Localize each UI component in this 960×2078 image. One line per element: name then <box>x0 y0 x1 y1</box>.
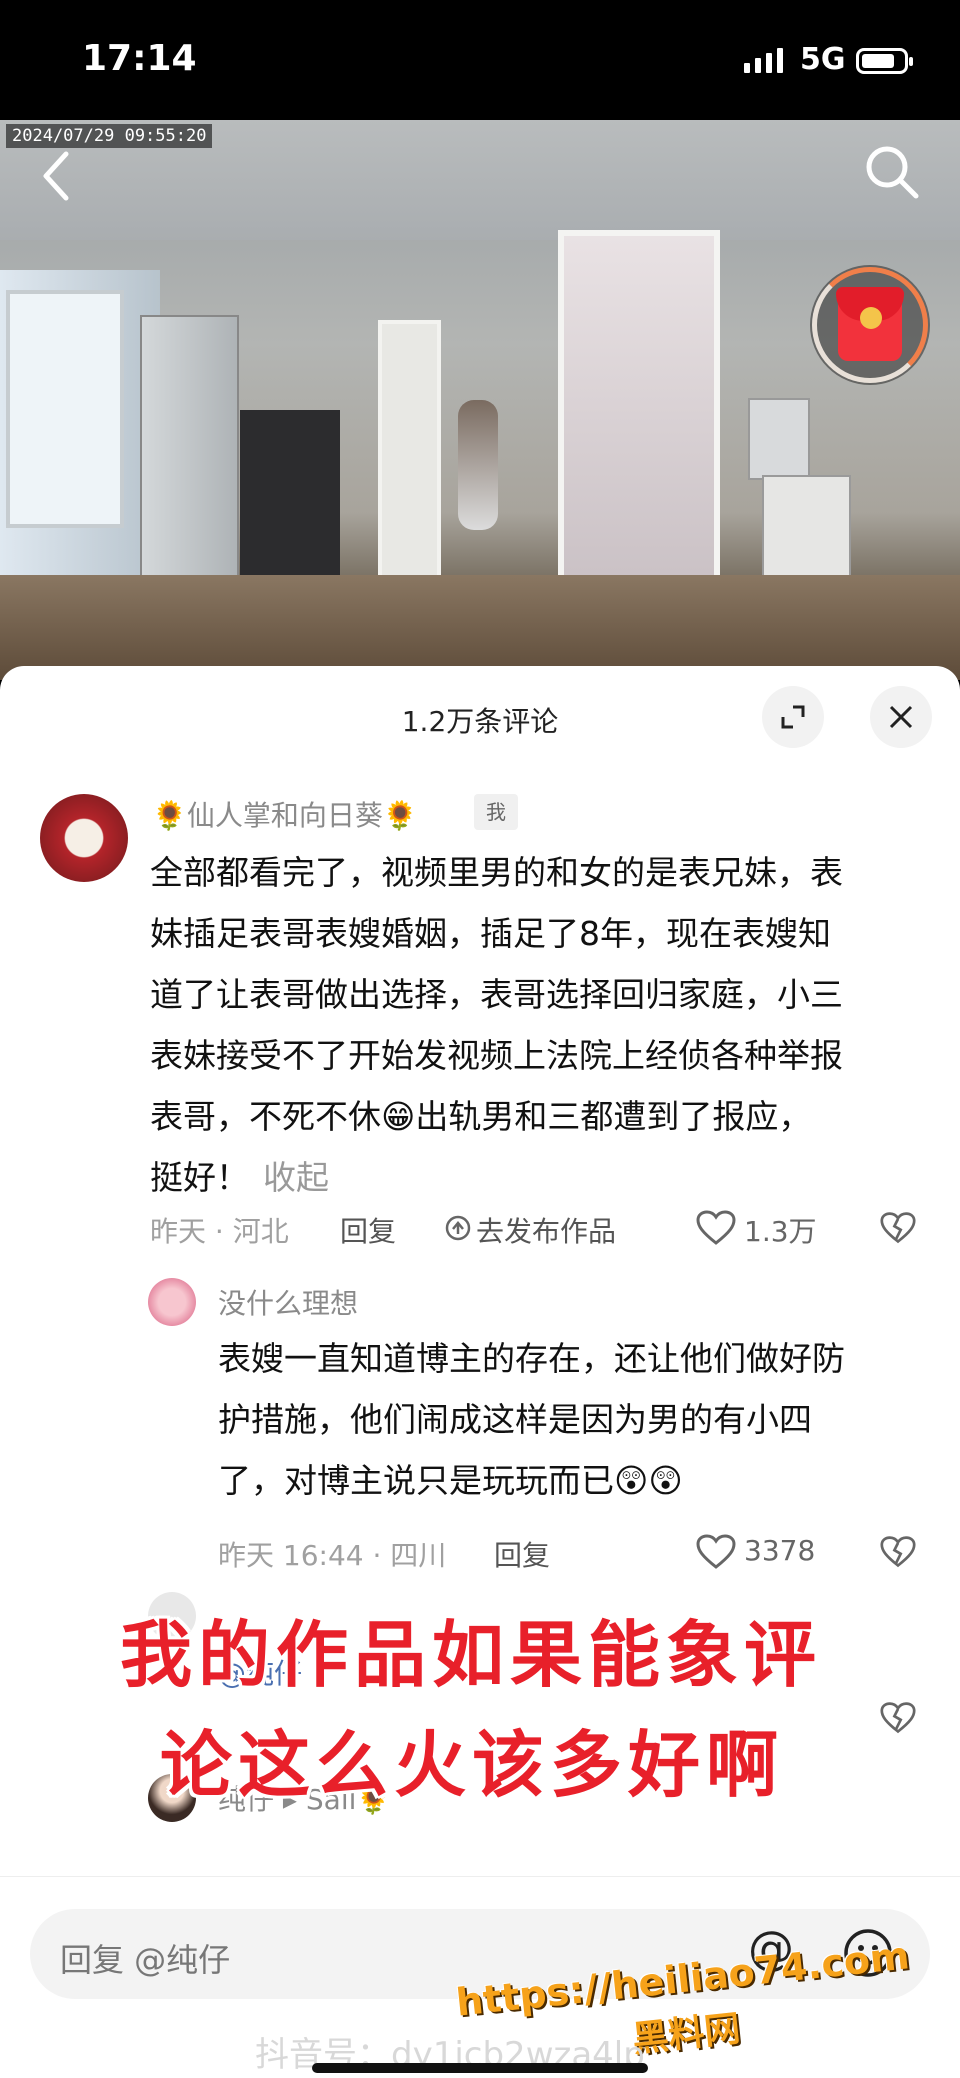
comment-username[interactable]: 🌻仙人掌和向日葵🌻 <box>152 794 418 834</box>
me-badge: 我 <box>474 794 518 830</box>
red-envelope-icon <box>836 287 904 361</box>
video-player[interactable]: 2024/07/29 09:55:20 <box>0 120 960 680</box>
dislike-broken-heart-icon[interactable] <box>880 1210 916 1246</box>
status-bar: 17:14 5G <box>0 0 960 120</box>
watermark-site-name: 黑料网 <box>630 2008 743 2061</box>
publish-work-link[interactable]: 去发布作品 <box>476 1210 616 1250</box>
overlay-caption-line1: 我的作品如果能象评 <box>120 1613 823 1697</box>
close-button[interactable] <box>870 686 932 748</box>
reply-time-location: 昨天 16:44 · 四川 <box>218 1539 447 1572</box>
battery-icon <box>856 48 913 74</box>
like-heart-icon[interactable] <box>696 1534 736 1570</box>
comment-text: 全部都看完了，视频里男的和女的是表兄妹，表 妹插足表哥表嫂婚姻，插足了8年，现在… <box>150 853 843 1197</box>
back-arrow-icon[interactable] <box>36 146 76 206</box>
close-icon <box>889 705 913 729</box>
expand-button[interactable] <box>762 686 824 748</box>
dislike-broken-heart-icon[interactable] <box>880 1700 916 1736</box>
reply-button[interactable]: 回复 <box>340 1210 396 1250</box>
home-indicator <box>312 2063 648 2073</box>
signal-icon <box>744 48 783 73</box>
network-type: 5G <box>800 42 846 77</box>
reply-text: 表嫂一直知道博主的存在，还让他们做好防 护措施，他们闹成这样是因为男的有小四 了… <box>218 1339 845 1500</box>
overlay-caption-line2: 论这么火该多好啊 <box>160 1723 785 1807</box>
avatar[interactable] <box>40 794 128 882</box>
reply-composer: 回复 @纯仔 @ https://heiliao74.com 黑料网 抖音号：d… <box>0 1876 960 2078</box>
fridge <box>140 315 239 589</box>
like-count: 3378 <box>744 1534 816 1567</box>
reply-avatar[interactable] <box>148 1278 196 1326</box>
like-heart-icon[interactable] <box>696 1210 736 1246</box>
comment-sheet: 1.2万条评论 🌻仙人掌和向日葵🌻 我 全部都看完了，视频里男的和女的是表兄妹，… <box>0 666 960 2078</box>
expand-icon <box>781 705 805 729</box>
person-figure <box>458 400 498 530</box>
comment-time-location: 昨天 · 河北 <box>150 1215 289 1248</box>
window <box>6 290 124 528</box>
reply-placeholder: 回复 @纯仔 <box>60 1941 231 1979</box>
search-icon[interactable] <box>860 140 924 204</box>
collapse-link[interactable]: 收起 <box>263 1158 329 1197</box>
red-envelope-button[interactable] <box>810 265 930 385</box>
dislike-broken-heart-icon[interactable] <box>880 1534 916 1570</box>
publish-icon <box>445 1215 471 1241</box>
reply-username[interactable]: 没什么理想 <box>218 1282 358 1322</box>
reply-button[interactable]: 回复 <box>494 1534 550 1574</box>
clock: 17:14 <box>82 38 197 79</box>
camera-timestamp: 2024/07/29 09:55:20 <box>6 124 213 148</box>
like-count: 1.3万 <box>744 1215 817 1248</box>
